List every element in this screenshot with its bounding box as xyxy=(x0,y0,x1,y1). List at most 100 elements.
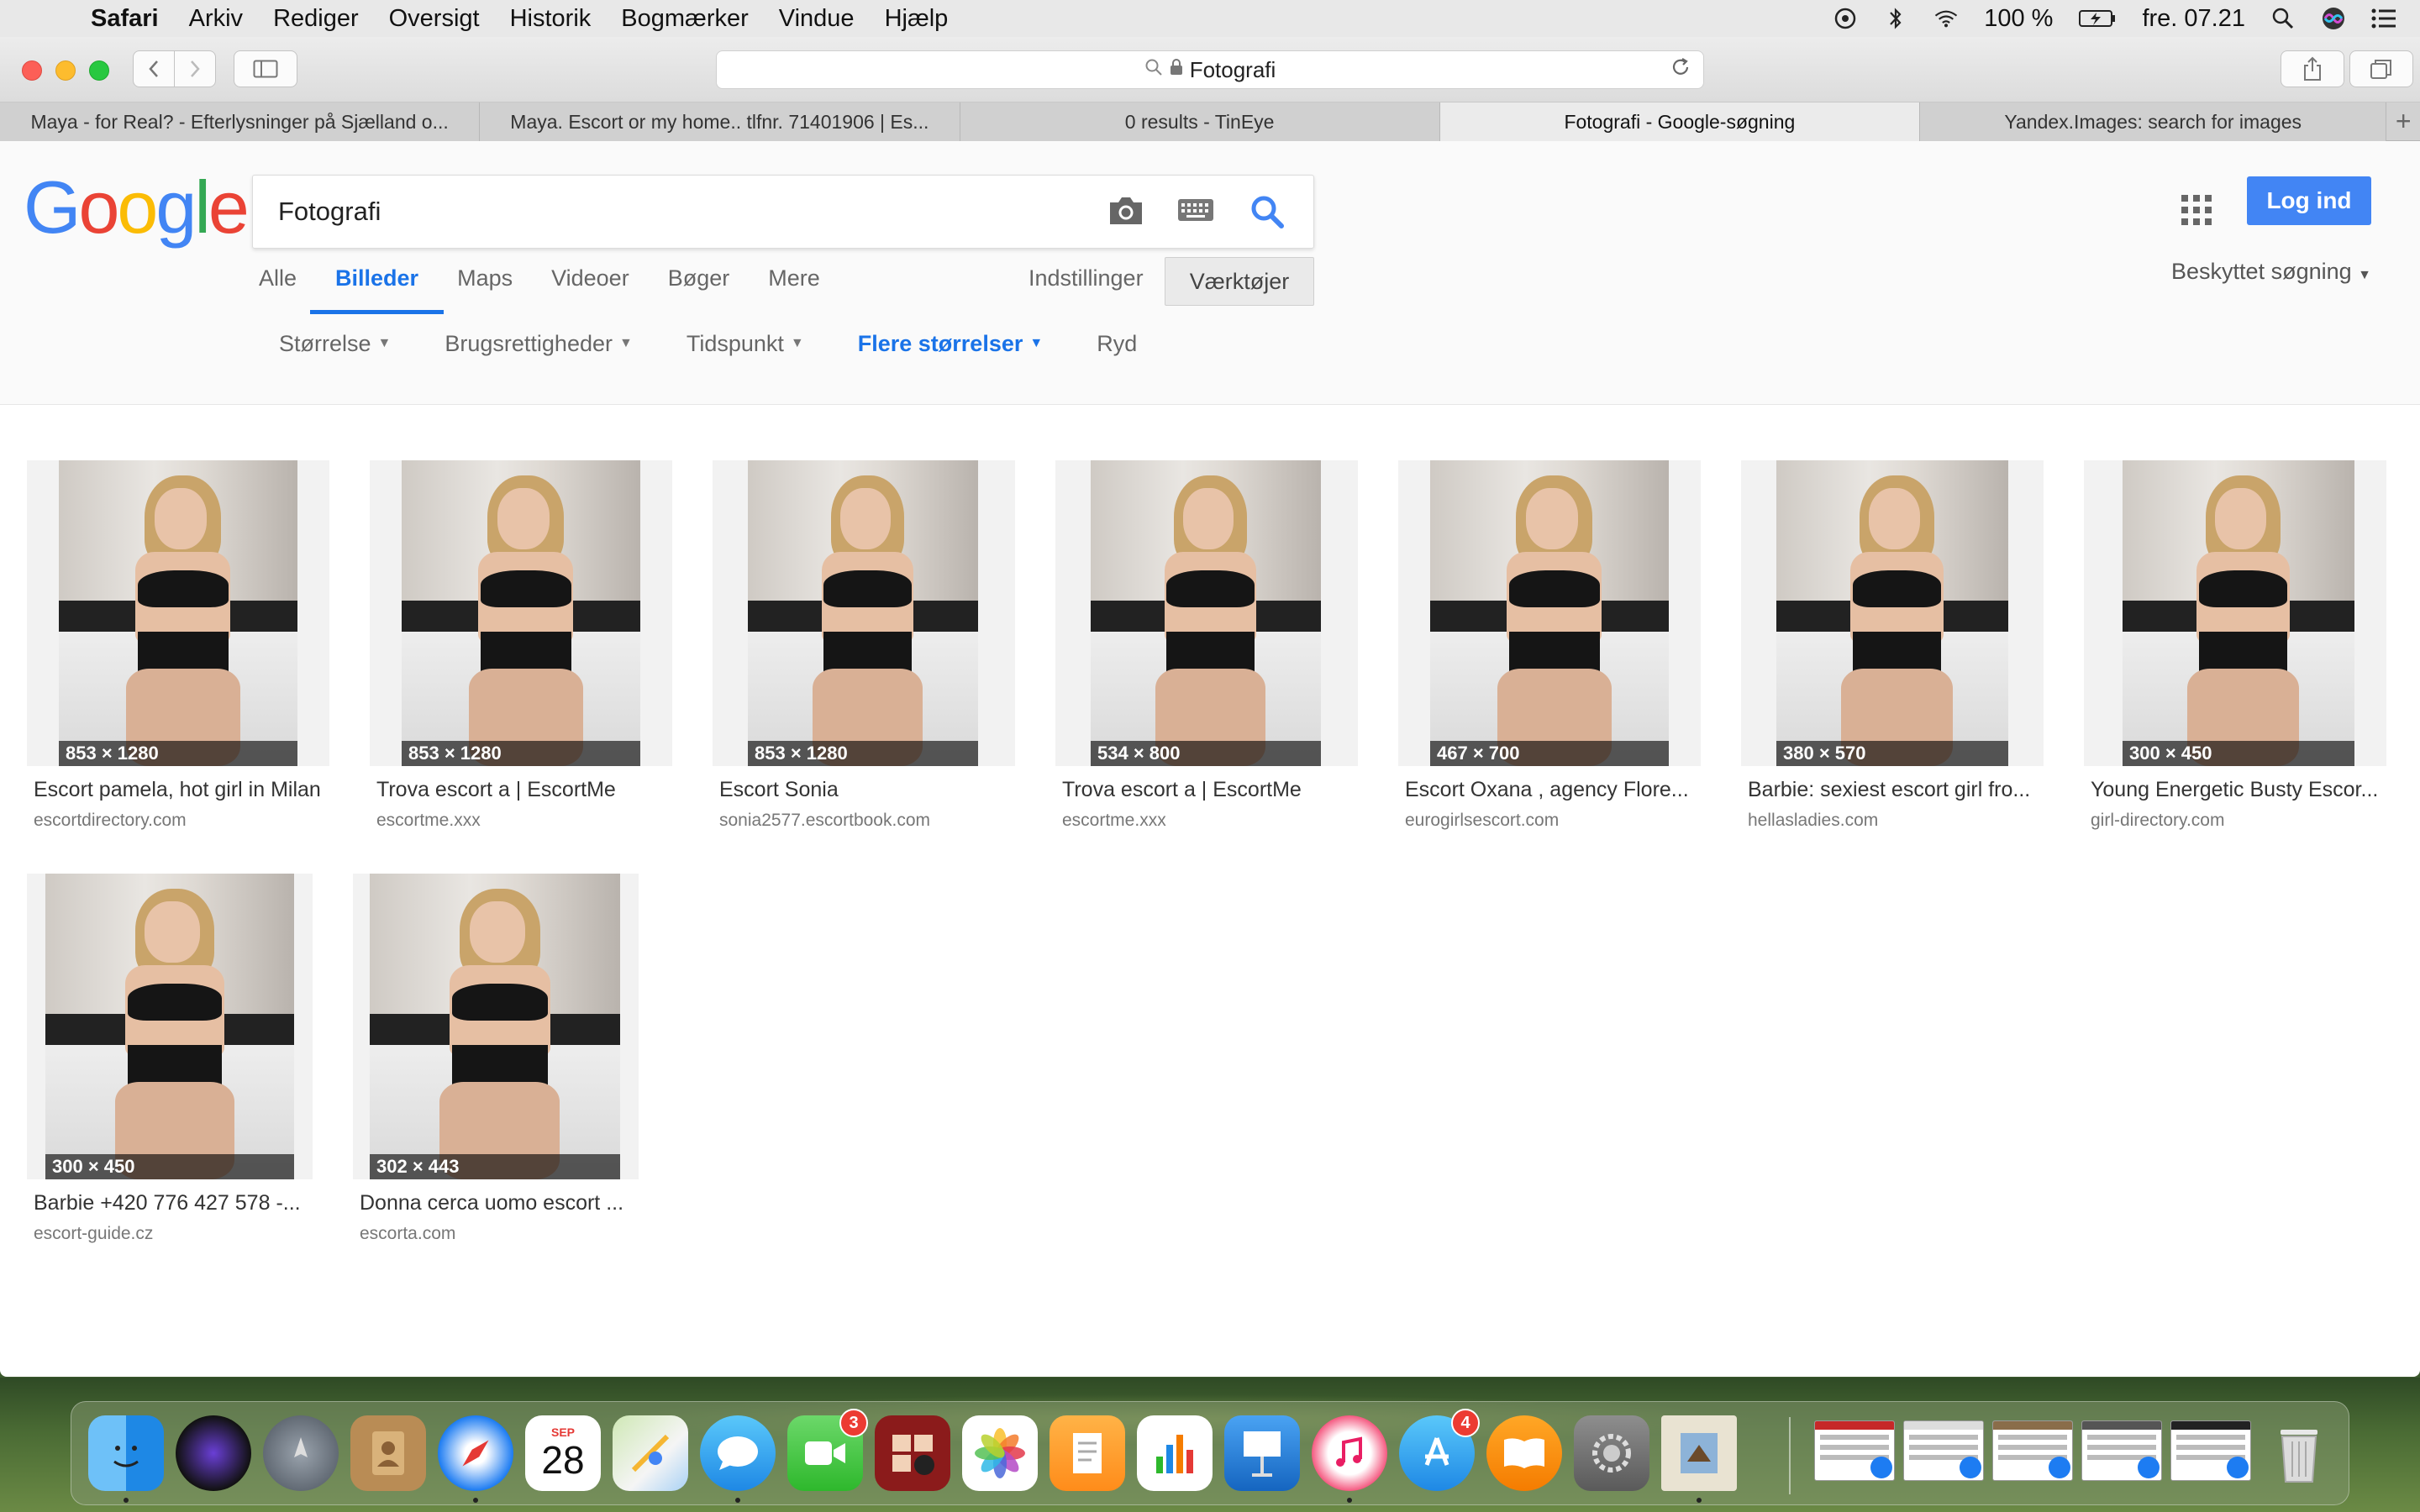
result-thumbnail-frame: 300 × 450 xyxy=(27,874,313,1179)
menu-file[interactable]: Arkiv xyxy=(189,5,243,33)
facetime-icon[interactable]: 3 xyxy=(787,1409,868,1491)
search-input[interactable] xyxy=(278,192,1085,231)
siri-icon[interactable] xyxy=(2321,6,2346,31)
clear-filters-link[interactable]: Ryd xyxy=(1097,331,1137,357)
mail-stamp-icon[interactable] xyxy=(1661,1415,1737,1503)
result-title[interactable]: Barbie: sexiest escort girl fro... xyxy=(1741,778,2044,802)
notification-center-icon[interactable] xyxy=(2371,6,2396,31)
tab-books[interactable]: Bøger xyxy=(668,244,730,312)
calendar-icon[interactable]: SEP 28 xyxy=(525,1415,601,1491)
minimized-window-thumbnail[interactable] xyxy=(1992,1420,2073,1481)
image-dimensions: 853 × 1280 xyxy=(59,741,297,766)
result-title[interactable]: Trova escort a | EscortMe xyxy=(1055,778,1358,802)
image-result[interactable]: 853 × 1280 Trova escort a | EscortMe esc… xyxy=(370,460,672,831)
app-store-icon[interactable]: 4 xyxy=(1399,1409,1480,1491)
filter-label: Størrelse xyxy=(279,330,371,356)
safesearch-dropdown[interactable]: Beskyttet søgning ▼ xyxy=(2171,259,2371,285)
menu-bookmarks[interactable]: Bogmærker xyxy=(621,5,749,33)
close-window-button[interactable] xyxy=(22,60,42,81)
menu-view[interactable]: Oversigt xyxy=(389,5,480,33)
filter-more-sizes[interactable]: Flere størrelser ▼ xyxy=(858,331,1043,357)
filter-usage-rights[interactable]: Brugsrettigheder ▼ xyxy=(445,331,632,357)
menu-edit[interactable]: Rediger xyxy=(273,5,359,33)
sign-in-button[interactable]: Log ind xyxy=(2247,176,2371,225)
menu-window[interactable]: Vindue xyxy=(779,5,855,33)
result-title[interactable]: Young Energetic Busty Escor... xyxy=(2084,778,2386,802)
minimized-window-thumbnail[interactable] xyxy=(1814,1420,1895,1481)
google-apps-icon[interactable] xyxy=(2181,195,2212,225)
search-icon[interactable] xyxy=(1249,194,1286,231)
trash-icon[interactable] xyxy=(2261,1415,2337,1491)
wifi-icon[interactable] xyxy=(1933,6,1959,31)
browser-tab[interactable]: Maya - for Real? - Efterlysninger på Sjæ… xyxy=(0,102,481,141)
contacts-icon[interactable] xyxy=(350,1415,426,1491)
filter-size[interactable]: Størrelse ▼ xyxy=(279,331,391,357)
photo-booth-icon[interactable] xyxy=(875,1415,950,1491)
image-result[interactable]: 853 × 1280 Escort Sonia sonia2577.escort… xyxy=(713,460,1015,831)
browser-tab[interactable]: 0 results - TinEye xyxy=(960,102,1440,141)
camera-search-icon[interactable] xyxy=(1107,194,1145,231)
result-title[interactable]: Barbie +420 776 427 578 -... xyxy=(27,1191,313,1215)
browser-tab[interactable]: Yandex.Images: search for images xyxy=(1920,102,2387,141)
fullscreen-window-button[interactable] xyxy=(89,60,109,81)
image-result[interactable]: 534 × 800 Trova escort a | EscortMe esco… xyxy=(1055,460,1358,831)
reload-icon[interactable] xyxy=(1670,56,1691,84)
forward-button[interactable] xyxy=(174,50,216,87)
menu-clock[interactable]: fre. 07.21 xyxy=(2142,5,2245,33)
result-title[interactable]: Escort Sonia xyxy=(713,778,1015,802)
new-tab-button[interactable]: + xyxy=(2386,102,2420,140)
address-bar[interactable]: Fotografi xyxy=(716,50,1704,89)
image-result[interactable]: 467 × 700 Escort Oxana , agency Flore...… xyxy=(1398,460,1701,831)
minimize-window-button[interactable] xyxy=(55,60,76,81)
spotlight-search-icon[interactable] xyxy=(2270,6,2296,31)
image-result[interactable]: 380 × 570 Barbie: sexiest escort girl fr… xyxy=(1741,460,2044,831)
image-result[interactable]: 300 × 450 Barbie +420 776 427 578 -... e… xyxy=(27,874,313,1244)
image-result[interactable]: 853 × 1280 Escort pamela, hot girl in Mi… xyxy=(27,460,329,831)
menu-history[interactable]: Historik xyxy=(510,5,592,33)
tools-button[interactable]: Værktøjer xyxy=(1165,257,1314,306)
image-dimensions: 534 × 800 xyxy=(1091,741,1321,766)
share-button[interactable] xyxy=(2281,50,2344,87)
numbers-icon[interactable] xyxy=(1137,1415,1213,1491)
settings-link[interactable]: Indstillinger xyxy=(1028,244,1144,312)
itunes-icon[interactable] xyxy=(1312,1415,1387,1503)
browser-tab-active[interactable]: Fotografi - Google-søgning xyxy=(1439,102,1920,141)
tab-maps[interactable]: Maps xyxy=(457,244,513,312)
minimized-window-thumbnail[interactable] xyxy=(2170,1420,2251,1481)
tab-images[interactable]: Billeder xyxy=(310,244,445,314)
messages-icon[interactable] xyxy=(700,1415,776,1503)
image-result[interactable]: 302 × 443 Donna cerca uomo escort ... es… xyxy=(353,874,639,1244)
siri-dock-icon[interactable] xyxy=(176,1415,251,1491)
result-title[interactable]: Trova escort a | EscortMe xyxy=(370,778,672,802)
minimized-window-thumbnail[interactable] xyxy=(1903,1420,1984,1481)
back-button[interactable] xyxy=(133,50,175,87)
safari-dock-icon[interactable] xyxy=(438,1415,513,1503)
bluetooth-icon[interactable] xyxy=(1883,6,1908,31)
tab-overview-button[interactable] xyxy=(2349,50,2413,87)
photos-icon[interactable] xyxy=(962,1415,1038,1491)
tab-all[interactable]: Alle xyxy=(259,244,297,312)
result-title[interactable]: Escort Oxana , agency Flore... xyxy=(1398,778,1701,802)
menu-app-name[interactable]: Safari xyxy=(91,5,159,33)
tab-videos[interactable]: Videoer xyxy=(551,244,629,312)
minimized-window-thumbnail[interactable] xyxy=(2081,1420,2162,1481)
maps-icon[interactable] xyxy=(613,1415,688,1491)
ibooks-icon[interactable] xyxy=(1486,1415,1562,1491)
tab-more[interactable]: Mere xyxy=(768,244,820,312)
browser-tab[interactable]: Maya. Escort or my home.. tlfnr. 7140190… xyxy=(480,102,960,141)
filter-time[interactable]: Tidspunkt ▼ xyxy=(687,331,804,357)
image-result[interactable]: 300 × 450 Young Energetic Busty Escor...… xyxy=(2084,460,2386,831)
battery-icon[interactable] xyxy=(2078,6,2117,31)
finder-icon[interactable] xyxy=(88,1415,164,1503)
menu-help[interactable]: Hjælp xyxy=(885,5,949,33)
result-title[interactable]: Escort pamela, hot girl in Milan xyxy=(27,778,329,802)
launchpad-icon[interactable] xyxy=(263,1415,339,1491)
sidebar-toggle-button[interactable] xyxy=(234,50,297,87)
google-logo[interactable]: Google xyxy=(24,165,250,250)
pages-icon[interactable] xyxy=(1050,1415,1125,1491)
keynote-icon[interactable] xyxy=(1224,1415,1300,1491)
keyboard-icon[interactable] xyxy=(1177,197,1214,228)
shield-icon[interactable] xyxy=(1833,6,1858,31)
result-title[interactable]: Donna cerca uomo escort ... xyxy=(353,1191,639,1215)
system-preferences-icon[interactable] xyxy=(1574,1415,1649,1491)
